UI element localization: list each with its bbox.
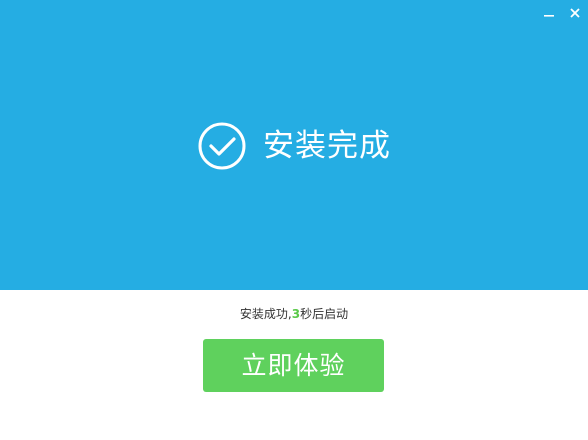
install-complete-heading: 安装完成	[0, 120, 588, 172]
page-title: 安装完成	[263, 128, 391, 164]
minimize-button[interactable]	[536, 0, 562, 26]
hero-banner: 安装完成	[0, 0, 588, 290]
countdown-seconds: 3	[291, 307, 301, 321]
status-suffix: 秒后启动	[300, 307, 349, 321]
status-message: 安装成功,3秒后启动	[0, 306, 588, 322]
minimize-icon	[544, 15, 554, 17]
close-icon	[570, 8, 580, 18]
status-prefix: 安装成功,	[239, 307, 292, 321]
window-controls	[536, 0, 588, 26]
close-button[interactable]	[562, 0, 588, 26]
installer-window: 安装完成 安装成功,3秒后启动 立即体验	[0, 0, 588, 440]
check-circle-icon	[198, 122, 246, 170]
try-now-button[interactable]: 立即体验	[203, 339, 384, 392]
